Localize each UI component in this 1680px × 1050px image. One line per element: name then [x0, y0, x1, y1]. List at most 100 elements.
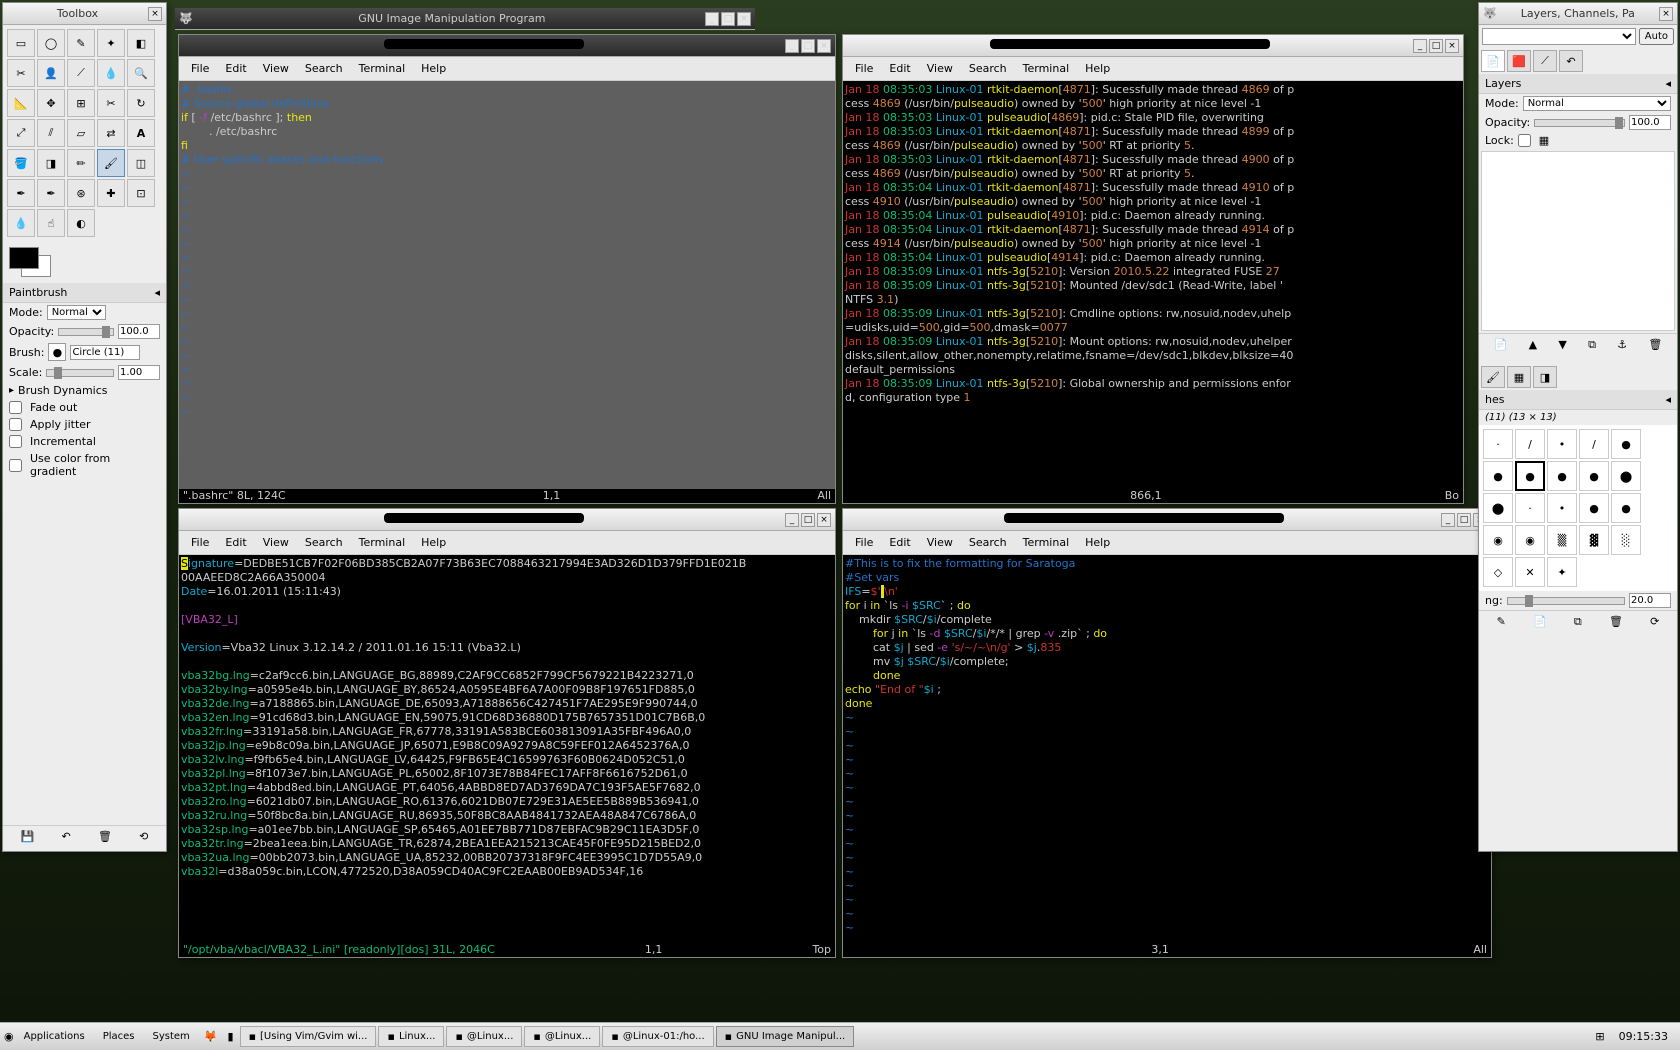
lock-pixels-checkbox[interactable]: [1518, 134, 1531, 147]
brush-item[interactable]: ✦: [1547, 557, 1577, 587]
close-icon[interactable]: ×: [817, 513, 831, 527]
close-icon[interactable]: ×: [148, 7, 162, 21]
brush-item[interactable]: •: [1547, 493, 1577, 523]
terminal-4-titlebar[interactable]: _□×: [843, 509, 1491, 531]
maximize-icon[interactable]: □: [721, 12, 735, 26]
minimize-icon[interactable]: _: [1413, 39, 1427, 53]
main-menu-icon[interactable]: ◉: [4, 1030, 14, 1043]
taskbar-item[interactable]: ▪Linux...: [378, 1026, 444, 1047]
workspace-switcher[interactable]: ⊞: [1591, 1030, 1608, 1043]
fuzzy-select-tool[interactable]: ✦: [97, 29, 125, 57]
move-tool[interactable]: ✥: [37, 89, 65, 117]
menu-help[interactable]: Help: [413, 533, 454, 552]
menu-search[interactable]: Search: [297, 59, 351, 78]
duplicate-brush-icon[interactable]: ⧉: [1574, 615, 1582, 629]
menu-view[interactable]: View: [255, 59, 297, 78]
menu-file[interactable]: File: [847, 59, 881, 78]
menu-edit[interactable]: Edit: [217, 59, 254, 78]
crop-tool[interactable]: ✂: [97, 89, 125, 117]
brush-item[interactable]: ▒: [1547, 525, 1577, 555]
rotate-tool[interactable]: ↻: [127, 89, 155, 117]
menu-search[interactable]: Search: [961, 59, 1015, 78]
brush-item[interactable]: /: [1515, 429, 1545, 459]
minimize-icon[interactable]: _: [785, 513, 799, 527]
brush-item[interactable]: ◉: [1515, 525, 1545, 555]
taskbar-item[interactable]: ▪@Linux...: [524, 1026, 600, 1047]
menu-file[interactable]: File: [847, 533, 881, 552]
menu-terminal[interactable]: Terminal: [351, 533, 414, 552]
maximize-icon[interactable]: □: [1429, 39, 1443, 53]
opacity-input[interactable]: [118, 324, 160, 339]
layer-opacity-slider[interactable]: [1534, 119, 1625, 127]
brush-item[interactable]: ◉: [1483, 525, 1513, 555]
fade-out-checkbox[interactable]: [9, 401, 22, 414]
taskbar-item[interactable]: ▪GNU Image Manipul...: [716, 1026, 855, 1047]
minimize-icon[interactable]: _: [705, 12, 719, 26]
paths-tool[interactable]: ⟋: [67, 59, 95, 87]
brush-item[interactable]: ·: [1515, 493, 1545, 523]
duplicate-layer-icon[interactable]: ⧉: [1588, 338, 1596, 352]
flip-tool[interactable]: ⇄: [97, 119, 125, 147]
restore-options-icon[interactable]: ↶: [62, 830, 71, 843]
smudge-tool[interactable]: ☝: [37, 209, 65, 237]
maximize-icon[interactable]: □: [801, 39, 815, 53]
brush-item[interactable]: ·: [1483, 429, 1513, 459]
use-gradient-checkbox[interactable]: [9, 459, 22, 472]
layer-opacity-input[interactable]: [1629, 115, 1671, 130]
maximize-icon[interactable]: □: [1457, 513, 1471, 527]
close-icon[interactable]: ×: [1659, 7, 1673, 21]
apply-jitter-checkbox[interactable]: [9, 418, 22, 431]
delete-options-icon[interactable]: 🗑: [98, 830, 112, 843]
close-icon[interactable]: ×: [817, 39, 831, 53]
places-menu[interactable]: Places: [95, 1028, 143, 1045]
undo-tab[interactable]: ↶: [1559, 50, 1583, 72]
menu-terminal[interactable]: Terminal: [1015, 533, 1078, 552]
paintbrush-tool[interactable]: 🖌: [97, 149, 125, 177]
blur-tool[interactable]: 💧: [7, 209, 35, 237]
options-menu-icon[interactable]: ◂: [154, 286, 160, 299]
brush-item[interactable]: ●: [1579, 461, 1609, 491]
brush-preview[interactable]: ●: [48, 343, 66, 361]
brush-item[interactable]: ●: [1547, 461, 1577, 491]
bucket-fill-tool[interactable]: 🪣: [7, 149, 35, 177]
color-select-tool[interactable]: ◧: [127, 29, 155, 57]
close-icon[interactable]: ×: [737, 12, 751, 26]
terminal-4-content[interactable]: #This is to fix the formatting for Sarat…: [843, 555, 1491, 957]
scissors-tool[interactable]: ✂: [7, 59, 35, 87]
layer-mode-select[interactable]: Normal: [1523, 96, 1671, 111]
system-menu[interactable]: System: [145, 1028, 198, 1045]
menu-edit[interactable]: Edit: [217, 533, 254, 552]
taskbar-item[interactable]: ▪[Using Vim/Gvim wi...: [240, 1026, 377, 1047]
pencil-tool[interactable]: ✏: [67, 149, 95, 177]
layers-titlebar[interactable]: 🐺 Layers, Channels, Pa ×: [1479, 3, 1677, 25]
brush-item[interactable]: ░: [1611, 525, 1641, 555]
perspective-clone-tool[interactable]: ⊡: [127, 179, 155, 207]
free-select-tool[interactable]: ✎: [67, 29, 95, 57]
menu-file[interactable]: File: [183, 533, 217, 552]
brushes-menu-icon[interactable]: ◂: [1665, 393, 1671, 406]
new-layer-icon[interactable]: 📄: [1494, 338, 1508, 352]
lower-layer-icon[interactable]: ▼: [1558, 338, 1566, 352]
brush-item[interactable]: ▓: [1579, 525, 1609, 555]
dodge-tool[interactable]: ◐: [67, 209, 95, 237]
reset-options-icon[interactable]: ⟲: [139, 830, 148, 843]
edit-brush-icon[interactable]: ✎: [1497, 615, 1506, 629]
text-tool[interactable]: A: [127, 119, 155, 147]
brush-item[interactable]: ●: [1483, 461, 1513, 491]
scale-tool[interactable]: ⤢: [7, 119, 35, 147]
scale-slider[interactable]: [46, 369, 114, 377]
spacing-input[interactable]: [1629, 593, 1671, 608]
color-picker-tool[interactable]: 💧: [97, 59, 125, 87]
menu-search[interactable]: Search: [297, 533, 351, 552]
menu-help[interactable]: Help: [413, 59, 454, 78]
eraser-tool[interactable]: ◫: [127, 149, 155, 177]
terminal-2-content[interactable]: Jan 18 08:35:03 Linux-01 rtkit-daemon[48…: [843, 81, 1463, 503]
menu-search[interactable]: Search: [961, 533, 1015, 552]
terminal-1-content[interactable]: # .bashrc# Source global definitionsif […: [179, 81, 835, 503]
brush-item[interactable]: ✕: [1515, 557, 1545, 587]
menu-view[interactable]: View: [255, 533, 297, 552]
terminal-1-titlebar[interactable]: _□×: [179, 35, 835, 57]
clock[interactable]: 09:15:33: [1611, 1030, 1676, 1043]
clone-tool[interactable]: ⊛: [67, 179, 95, 207]
raise-layer-icon[interactable]: ▲: [1529, 338, 1537, 352]
